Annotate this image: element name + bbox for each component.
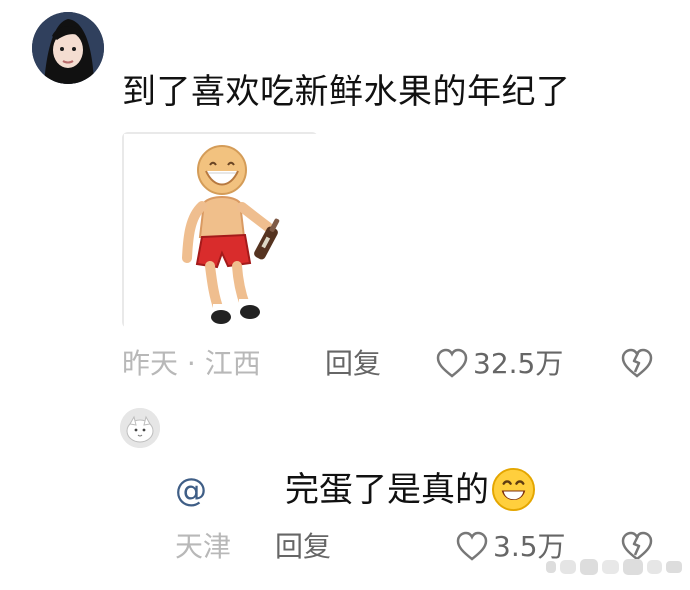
user-avatar[interactable]	[32, 12, 104, 84]
cartoon-man-with-bottle-sticker	[124, 134, 320, 330]
reply-button-secondary[interactable]: 回复	[275, 530, 331, 564]
sticker-card[interactable]	[122, 132, 320, 330]
reply-location: 天津	[175, 530, 232, 563]
like-button[interactable]: 32.5万	[435, 347, 563, 381]
reply-comment-text: 完蛋了是真的	[285, 469, 489, 510]
reply-user-avatar[interactable]	[120, 408, 160, 448]
watermark	[546, 556, 682, 580]
mention-link[interactable]: @	[175, 470, 207, 510]
blurred-watermark-icon	[546, 559, 682, 575]
grinning-face-emoji	[491, 467, 536, 512]
like-count: 32.5万	[473, 347, 564, 380]
comment-text: 到了喜欢吃新鲜水果的年纪了	[122, 72, 571, 112]
dislike-button[interactable]	[620, 347, 654, 381]
user-avatar-icon	[32, 12, 104, 84]
comment-time-location: 昨天 · 江西	[122, 347, 261, 380]
broken-heart-icon	[621, 348, 653, 378]
heart-icon	[456, 531, 488, 561]
white-cat-avatar-icon	[120, 408, 160, 448]
heart-icon	[436, 348, 468, 378]
reply-button[interactable]: 回复	[325, 347, 381, 381]
reply-comment-text-row: 完蛋了是真的	[285, 467, 536, 512]
